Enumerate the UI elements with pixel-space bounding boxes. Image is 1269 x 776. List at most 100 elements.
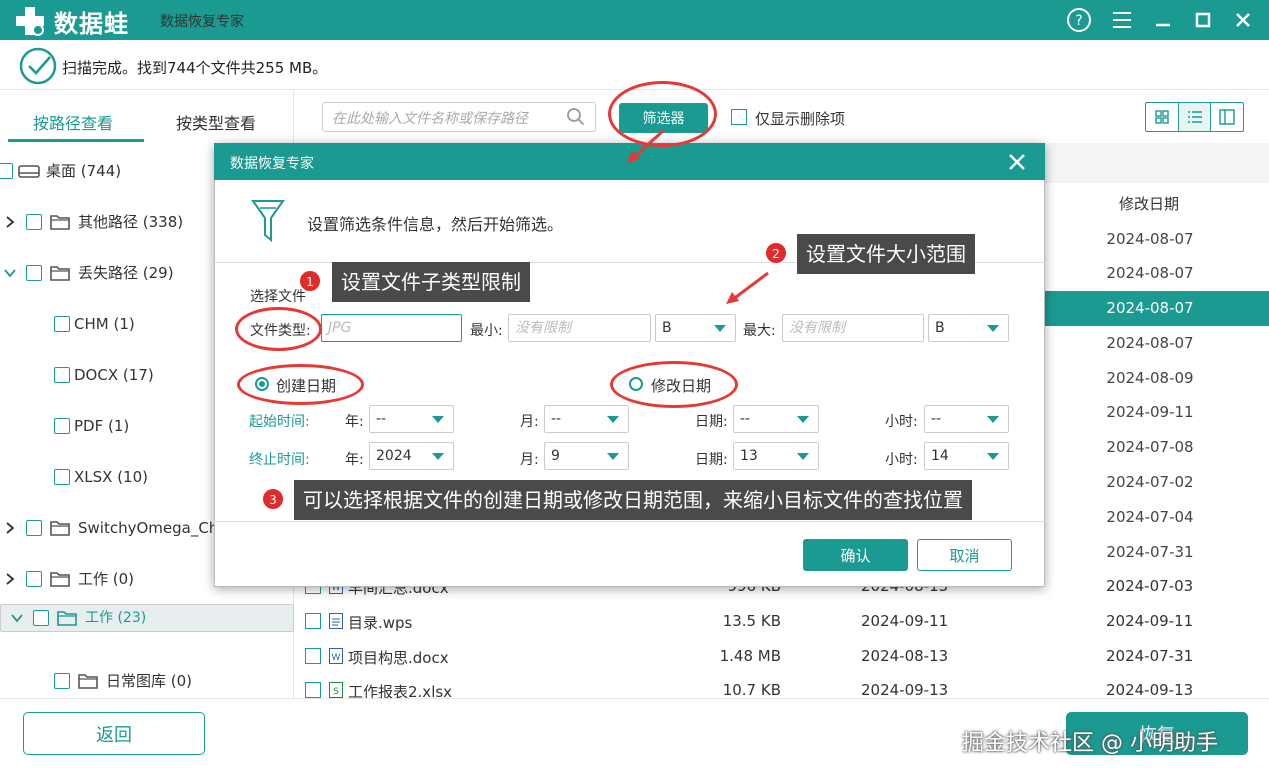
section-file-label: 选择文件 [250,289,306,305]
view-mode-toggle [1145,102,1244,132]
row-checkbox[interactable] [305,648,321,664]
maximize-icon[interactable] [1189,6,1217,34]
annotation-arrow-icon [726,271,769,304]
svg-text:W: W [332,653,341,663]
deleted-only-label: 仅显示删除项 [755,110,846,128]
annotation-callout: 设置文件子类型限制 [332,262,530,302]
search-placeholder: 在此处输入文件名称或保存路径 [332,111,528,127]
grid-view-icon[interactable] [1146,103,1179,131]
chevron-right-icon[interactable] [4,521,16,534]
row-checkbox[interactable] [305,682,321,698]
tree-checkbox[interactable] [26,570,42,587]
file-modified: 2024-07-31 [1106,647,1194,665]
table-row[interactable]: W 项目构思.docx 1.48 MB 2024-08-13 2024-07-3… [295,639,1269,674]
tree-item-label: 桌面 (744) [46,162,122,180]
min-unit-select[interactable]: B [655,314,736,342]
select-value: -- [931,411,942,427]
month-label: 月: [520,414,539,430]
minimize-icon[interactable] [1149,6,1177,34]
start-day-select[interactable]: -- [733,405,819,433]
annotation-ring [235,307,322,351]
end-year-select[interactable]: 2024 [369,442,454,470]
tree-item-label: PDF (1) [74,416,130,435]
file-modified: 2024-07-03 [1106,577,1194,595]
tree-item-work-23[interactable]: 工作 (23) [0,604,294,632]
dialog-close-icon[interactable] [1006,151,1028,173]
deleted-only-checkbox[interactable] [731,109,747,125]
excel-icon: S [329,682,343,698]
folder-icon [57,611,77,626]
table-row[interactable]: S 工作报表2.xlsx 10.7 KB 2024-09-13 2024-09-… [295,673,1269,698]
end-hour-select[interactable]: 14 [924,442,1009,470]
file-name: 目录.wps [348,614,413,632]
drive-icon [18,164,40,178]
tree-checkbox[interactable] [54,468,70,485]
end-month-select[interactable]: 9 [544,442,629,470]
tab-by-path[interactable]: 按路径查看 [33,110,113,134]
tab-by-type[interactable]: 按类型查看 [176,110,256,134]
help-icon[interactable]: ? [1065,6,1093,34]
list-view-icon[interactable] [1178,103,1212,131]
select-value: -- [740,411,751,427]
start-hour-select[interactable]: -- [924,405,1009,433]
tree-item-label: 工作 (0) [78,570,135,588]
close-icon[interactable] [1229,6,1257,34]
divider [214,521,1045,522]
tree-checkbox[interactable] [26,519,42,536]
file-size: 1.48 MB [719,647,781,665]
scan-complete-icon [19,47,57,85]
start-year-select[interactable]: -- [369,405,454,433]
year-label: 年: [345,414,364,430]
dialog-title: 数据恢复专家 [230,156,314,172]
chevron-down-icon[interactable] [11,612,23,624]
confirm-button[interactable]: 确认 [803,539,908,571]
tree-checkbox[interactable] [54,315,70,332]
start-time-label: 起始时间: [249,414,310,430]
row-checkbox[interactable] [305,613,321,629]
tree-item-label: XLSX (10) [74,467,148,486]
modified-date-cell: 2024-08-07 [1106,264,1194,282]
max-size-input[interactable]: 没有限制 [782,314,924,342]
menu-icon[interactable] [1108,6,1136,34]
cancel-button[interactable]: 取消 [917,539,1012,571]
tree-checkbox[interactable] [54,417,70,434]
tree-checkbox[interactable] [33,610,49,626]
file-created: 2024-08-13 [861,647,949,665]
hour-label: 小时: [885,414,918,430]
annotation-badge: 1 [299,270,321,292]
modified-date-cell: 2024-08-07 [1106,230,1194,248]
tree-checkbox[interactable] [26,264,42,281]
modified-date-cell: 2024-09-11 [1106,403,1194,421]
file-type-input[interactable]: JPG [321,314,462,342]
tree-checkbox[interactable] [54,672,70,689]
file-size: 13.5 KB [722,612,781,630]
min-size-label: 最小: [470,323,503,339]
tree-item-label: SwitchyOmega_Ch [78,518,219,537]
detail-view-icon[interactable] [1211,103,1243,131]
svg-text:?: ? [1075,13,1082,29]
chevron-right-icon[interactable] [4,572,16,585]
search-icon[interactable] [566,107,586,127]
start-month-select[interactable]: -- [544,405,629,433]
tree-item-label: DOCX (17) [74,365,154,384]
end-day-select[interactable]: 13 [733,442,819,470]
file-created: 2024-09-11 [861,612,949,630]
doc-icon [329,613,343,629]
tree-checkbox[interactable] [26,213,42,230]
max-size-label: 最大: [743,323,776,339]
chevron-down-icon[interactable] [4,267,16,279]
modified-date-cell: 2024-08-09 [1106,369,1194,387]
min-size-input[interactable]: 没有限制 [508,314,651,342]
table-row[interactable]: 目录.wps 13.5 KB 2024-09-11 2024-09-11 [295,604,1269,639]
column-header-modified[interactable]: 修改日期 [1119,193,1179,214]
chevron-down-icon [797,453,809,460]
file-size: 10.7 KB [722,681,781,698]
folder-icon [50,214,70,230]
annotation-badge: 2 [765,242,787,264]
max-unit-select[interactable]: B [928,314,1009,342]
tree-checkbox[interactable] [0,162,13,179]
chevron-right-icon[interactable] [4,215,16,228]
back-button[interactable]: 返回 [23,712,205,755]
tree-item-label: 日常图库 (0) [106,672,193,690]
tree-checkbox[interactable] [54,366,70,383]
